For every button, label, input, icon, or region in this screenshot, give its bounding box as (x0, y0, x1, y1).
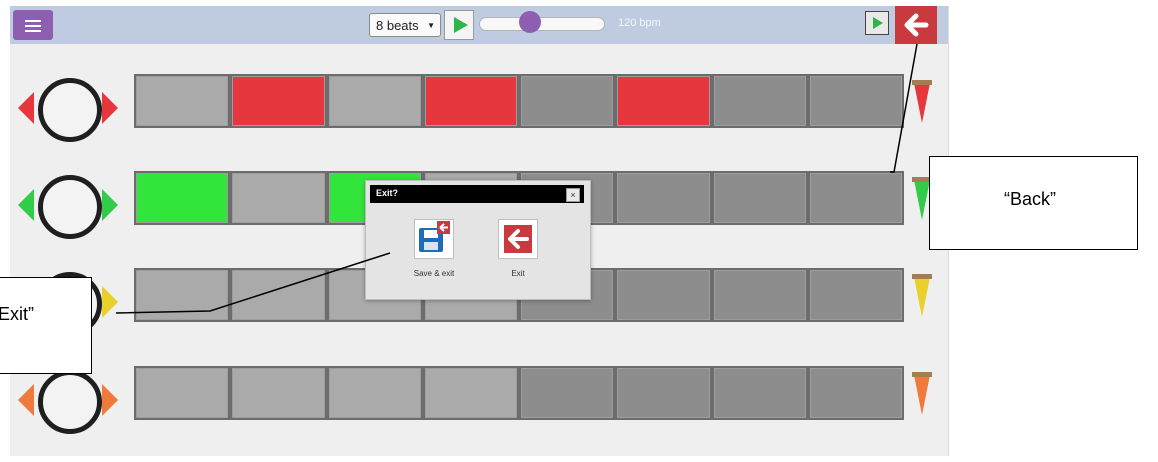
instrument-selector[interactable] (18, 78, 124, 142)
back-callout: “Back” (929, 156, 1138, 250)
next-instrument-arrow-icon[interactable] (102, 92, 118, 124)
volume-triangle-icon (914, 83, 930, 123)
toolbar: 8 beats ▼ 120 bpm (10, 6, 948, 44)
volume-handle[interactable] (912, 80, 932, 85)
beat-cell[interactable] (328, 368, 421, 418)
exit-arrow-icon (504, 225, 532, 253)
beat-grid (134, 366, 904, 420)
prev-instrument-arrow-icon[interactable] (18, 384, 34, 416)
hamburger-menu-icon-line (25, 30, 41, 32)
snare-drum-icon[interactable] (38, 175, 102, 239)
track-row (10, 70, 948, 150)
exit-callout-text: Exit” (0, 304, 34, 324)
beat-cell[interactable] (232, 368, 325, 418)
beat-cell[interactable] (136, 173, 229, 223)
video-button[interactable] (865, 11, 889, 35)
save-disk-icon (419, 221, 450, 252)
volume-triangle-icon (914, 375, 930, 415)
volume-triangle-icon (914, 180, 930, 220)
volume-triangle-icon (914, 277, 930, 317)
dialog-title-bar: Exit? × (370, 185, 584, 203)
beat-cell[interactable] (136, 270, 229, 320)
exit-button[interactable] (498, 219, 538, 259)
volume-control[interactable] (912, 80, 932, 126)
beats-select[interactable]: 8 beats ▼ (369, 13, 441, 37)
prev-instrument-arrow-icon[interactable] (18, 189, 34, 221)
beat-cell[interactable] (521, 76, 614, 126)
chevron-down-icon: ▼ (427, 21, 435, 30)
hamburger-menu-icon-line (25, 25, 41, 27)
next-instrument-arrow-icon[interactable] (102, 189, 118, 221)
exit-dialog: Exit? × Save & exit Exit (365, 180, 591, 300)
beat-cell[interactable] (232, 173, 325, 223)
menu-button[interactable] (13, 10, 53, 40)
beat-cell[interactable] (809, 368, 902, 418)
beat-cell[interactable] (617, 270, 710, 320)
prev-instrument-arrow-icon[interactable] (18, 92, 34, 124)
next-instrument-arrow-icon[interactable] (102, 286, 118, 318)
beat-cell[interactable] (713, 173, 806, 223)
save-exit-label: Save & exit (413, 269, 455, 278)
beat-cell[interactable] (617, 173, 710, 223)
beat-grid (134, 74, 904, 128)
beat-cell[interactable] (809, 76, 902, 126)
beat-cell[interactable] (424, 368, 517, 418)
beat-cell[interactable] (713, 76, 806, 126)
instrument-selector[interactable] (18, 370, 124, 434)
tempo-slider[interactable] (479, 17, 605, 31)
beat-cell[interactable] (713, 368, 806, 418)
exit-callout: Exit” (0, 277, 92, 374)
hamburger-menu-icon (25, 20, 41, 22)
beat-cell[interactable] (424, 76, 517, 126)
volume-control[interactable] (912, 274, 932, 320)
beat-cell[interactable] (809, 270, 902, 320)
beat-cell[interactable] (617, 76, 710, 126)
instrument-selector[interactable] (18, 175, 124, 239)
clapping-hands-icon[interactable] (38, 370, 102, 434)
save-exit-button[interactable] (414, 219, 454, 259)
back-button[interactable] (895, 6, 937, 44)
next-instrument-arrow-icon[interactable] (102, 384, 118, 416)
beats-select-value: 8 beats (376, 18, 419, 33)
back-callout-text: “Back” (1004, 189, 1057, 209)
beat-cell[interactable] (232, 76, 325, 126)
track-row (10, 362, 948, 442)
beat-cell[interactable] (232, 270, 325, 320)
volume-control[interactable] (912, 372, 932, 418)
back-arrow-icon (904, 13, 929, 37)
tempo-label: 120 bpm (618, 17, 661, 29)
beat-cell[interactable] (328, 76, 421, 126)
dialog-title: Exit? (376, 188, 399, 198)
dialog-close-button[interactable]: × (566, 188, 580, 202)
bass-drum-icon[interactable] (38, 78, 102, 142)
beat-cell[interactable] (521, 368, 614, 418)
volume-handle[interactable] (912, 372, 932, 377)
tempo-slider-thumb[interactable] (519, 11, 541, 33)
beat-cell[interactable] (136, 368, 229, 418)
beat-cell[interactable] (617, 368, 710, 418)
play-button[interactable] (444, 10, 474, 40)
volume-handle[interactable] (912, 274, 932, 279)
beat-cell[interactable] (713, 270, 806, 320)
exit-label: Exit (511, 269, 525, 278)
beat-cell[interactable] (136, 76, 229, 126)
beat-cell[interactable] (809, 173, 902, 223)
